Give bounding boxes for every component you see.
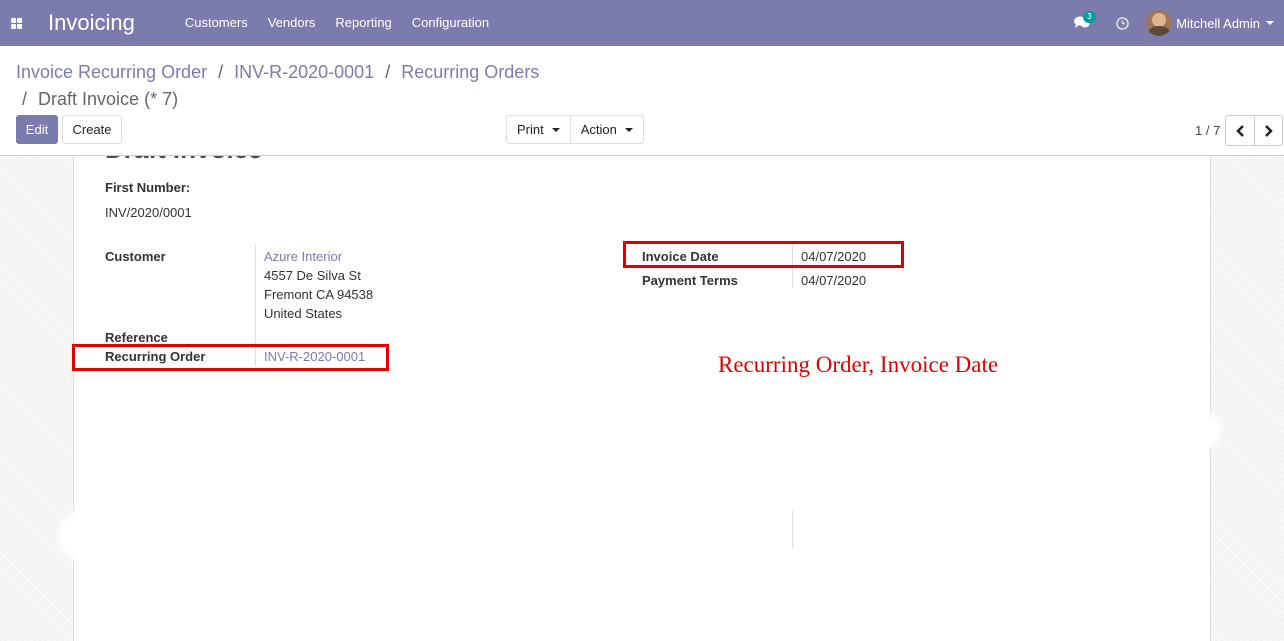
chat-icon[interactable]: 3 xyxy=(1062,0,1102,46)
payment-terms-label: Payment Terms xyxy=(642,273,738,288)
breadcrumb: Invoice Recurring Order / INV-R-2020-000… xyxy=(16,59,556,113)
form-sheet: Draft Invoice First Number: INV/2020/000… xyxy=(59,156,1211,641)
sidebar-actions: Print Action xyxy=(506,115,644,144)
reference-label: Reference xyxy=(105,330,168,345)
chevron-left-icon xyxy=(1236,124,1244,137)
main-menu: Customers Vendors Reporting Configuratio… xyxy=(175,0,499,46)
pager-value[interactable]: 1 / 7 xyxy=(1195,123,1220,138)
form-view: Draft Invoice First Number: INV/2020/000… xyxy=(0,156,1284,641)
breadcrumb-separator: / xyxy=(218,62,224,82)
pager-previous-button[interactable] xyxy=(1226,116,1254,145)
form-title: Draft Invoice xyxy=(105,156,263,165)
field-divider xyxy=(792,510,793,548)
top-navbar: Invoicing Customers Vendors Reporting Co… xyxy=(0,0,1284,46)
edit-button[interactable]: Edit xyxy=(16,115,58,144)
blurred-area xyxy=(59,501,159,571)
menu-item-vendors[interactable]: Vendors xyxy=(258,0,326,46)
blurred-area xyxy=(1195,414,1221,448)
pager-buttons xyxy=(1225,115,1283,146)
chevron-right-icon xyxy=(1264,124,1273,137)
print-dropdown-button[interactable]: Print xyxy=(507,116,570,143)
chevron-down-icon xyxy=(551,127,560,132)
breadcrumb-item-invoice-recurring-order[interactable]: Invoice Recurring Order xyxy=(16,62,207,82)
customer-label: Customer xyxy=(105,249,166,264)
recurring-order-highlight xyxy=(72,344,389,371)
customer-address-line: Fremont CA 94538 xyxy=(264,287,374,302)
print-label: Print xyxy=(517,122,544,137)
blurred-area xyxy=(204,506,264,551)
breadcrumb-item-recurring-order-ref[interactable]: INV-R-2020-0001 xyxy=(234,62,374,82)
create-button[interactable]: Create xyxy=(62,115,122,144)
action-dropdown-button[interactable]: Action xyxy=(569,116,643,143)
menu-item-reporting[interactable]: Reporting xyxy=(325,0,401,46)
menu-item-customers[interactable]: Customers xyxy=(175,0,258,46)
annotation-text: Recurring Order, Invoice Date xyxy=(718,352,999,377)
breadcrumb-active-item: Draft Invoice (* 7) xyxy=(38,89,179,109)
avatar xyxy=(1146,10,1173,36)
invoice-date-highlight xyxy=(623,241,904,268)
customer-address-line: 4557 De Silva St xyxy=(264,268,361,283)
user-menu[interactable]: Mitchell Admin xyxy=(1142,10,1284,36)
menu-item-configuration[interactable]: Configuration xyxy=(402,0,499,46)
first-number-label: First Number: xyxy=(105,180,191,195)
breadcrumb-item-recurring-orders[interactable]: Recurring Orders xyxy=(401,62,539,82)
user-name: Mitchell Admin xyxy=(1176,15,1260,31)
activity-clock-icon[interactable] xyxy=(1102,0,1142,46)
breadcrumb-separator: / xyxy=(385,62,391,82)
customer-link[interactable]: Azure Interior xyxy=(264,249,342,264)
chevron-down-icon xyxy=(624,127,633,132)
breadcrumb-separator: / xyxy=(22,89,28,109)
first-number-value: INV/2020/0001 xyxy=(105,205,192,220)
pager-next-button[interactable] xyxy=(1254,116,1282,145)
chevron-down-icon xyxy=(1266,21,1274,25)
control-panel: Invoice Recurring Order / INV-R-2020-000… xyxy=(0,46,1284,156)
chat-count-badge: 3 xyxy=(1083,11,1096,23)
payment-terms-value: 04/07/2020 xyxy=(801,273,867,288)
app-title[interactable]: Invoicing xyxy=(48,10,135,36)
apps-menu-icon[interactable] xyxy=(0,0,32,46)
action-label: Action xyxy=(580,122,617,137)
customer-address-line: United States xyxy=(264,306,343,321)
